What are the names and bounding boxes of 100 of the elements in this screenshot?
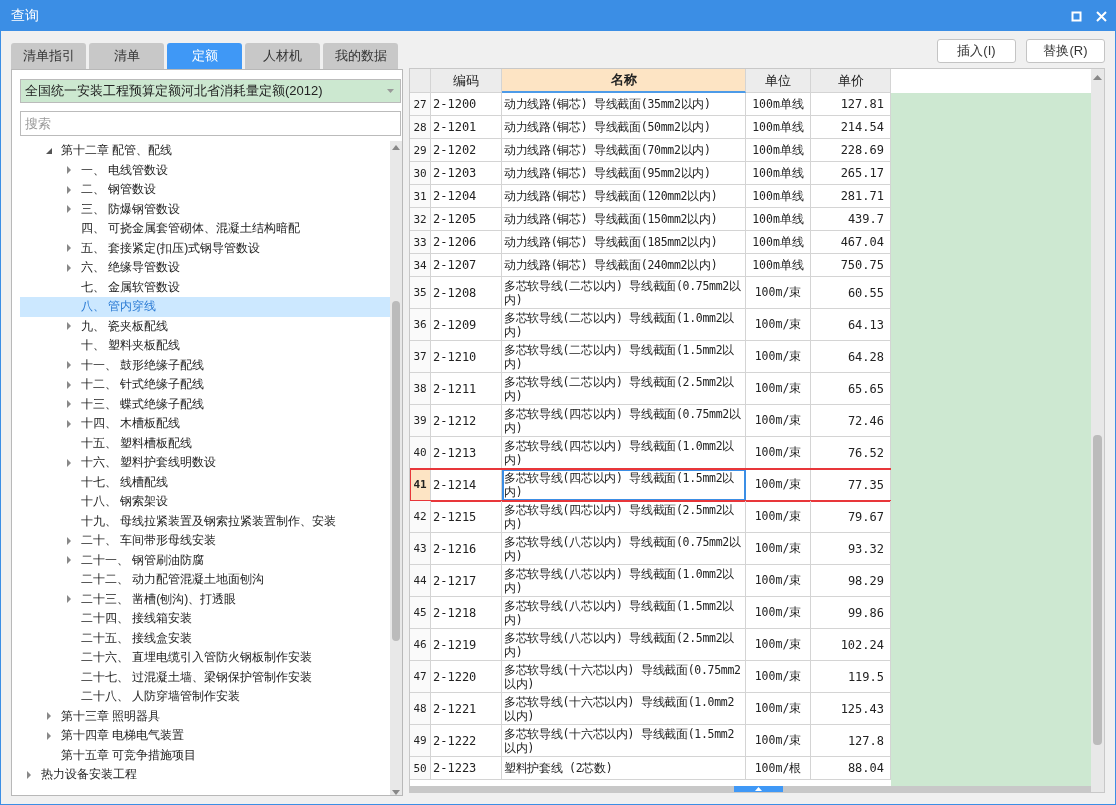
collapsed-arrow-icon[interactable] (45, 731, 53, 740)
search-field[interactable]: 搜索 (20, 111, 401, 136)
tree-item[interactable]: 一、 电线管数设 (20, 160, 390, 180)
row-number: 29 (410, 139, 431, 162)
tree-item[interactable]: 六、 绝缘导管数设 (20, 258, 390, 278)
row-number: 38 (410, 373, 431, 405)
table-cell: 2-1219 (431, 629, 502, 661)
table-cell: 多芯软导线(八芯以内) 导线截面(1.5mm2以内) (502, 597, 746, 629)
table-cell: 100m/束 (746, 405, 811, 437)
maximize-icon[interactable] (1071, 10, 1082, 22)
tree-item[interactable]: 十、 塑料夹板配线 (20, 336, 390, 356)
tree-item[interactable]: 十五、 塑料槽板配线 (20, 433, 390, 453)
tree-item[interactable]: 第十二章 配管、配线 (20, 141, 390, 161)
scroll-down-icon[interactable] (392, 790, 400, 795)
tree-item[interactable]: 八、 管内穿线 (20, 297, 390, 317)
library-dropdown[interactable]: 全国统一安装工程预算定额河北省消耗量定额(2012) (20, 79, 401, 103)
tree-item[interactable]: 三、 防爆钢管数设 (20, 199, 390, 219)
tree-item[interactable]: 十四、 木槽板配线 (20, 414, 390, 434)
table-cell: 100m单线 (746, 208, 811, 231)
row-number: 44 (410, 565, 431, 597)
toolbar-button[interactable]: 插入(I) (937, 39, 1016, 63)
tree-item[interactable]: 四、 可挠金属套管砌体、混凝土结构暗配 (20, 219, 390, 239)
tree-item[interactable]: 五、 套接紧定(扣压)式钢导管数设 (20, 238, 390, 258)
tree-item[interactable]: 第十四章 电梯电气装置 (20, 726, 390, 746)
collapsed-arrow-icon[interactable] (65, 205, 73, 214)
table-cell: 100m单线 (746, 162, 811, 185)
collapsed-arrow-icon[interactable] (65, 536, 73, 545)
tree-item[interactable]: 二十三、 凿槽(刨沟)、打透眼 (20, 589, 390, 609)
table-cell: 2-1213 (431, 437, 502, 469)
expanded-arrow-icon[interactable] (45, 146, 53, 155)
table-cell: 2-1206 (431, 231, 502, 254)
scroll-up-icon[interactable] (1093, 75, 1102, 80)
scrollbar-thumb[interactable] (392, 301, 400, 641)
close-icon[interactable] (1096, 10, 1107, 22)
tree-item[interactable]: 十七、 线槽配线 (20, 472, 390, 492)
tab[interactable]: 清单指引 (11, 43, 86, 69)
collapsed-arrow-icon[interactable] (65, 263, 73, 272)
corner-cell[interactable] (410, 69, 431, 93)
tree-item[interactable]: 二十八、 人防穿墙管制作安装 (20, 687, 390, 707)
table-cell: 2-1209 (431, 309, 502, 341)
collapsed-arrow-icon[interactable] (65, 322, 73, 331)
row-number: 27 (410, 93, 431, 116)
tree-item[interactable]: 二、 钢管数设 (20, 180, 390, 200)
row-number: 42 (410, 501, 431, 533)
tab[interactable]: 人材机 (245, 43, 320, 69)
collapsed-arrow-icon[interactable] (65, 185, 73, 194)
tree-item[interactable]: 热力设备安装工程 (20, 765, 390, 785)
column-header[interactable]: 名称 (502, 69, 746, 93)
tree-item[interactable]: 十八、 钢索架设 (20, 492, 390, 512)
scrollbar[interactable] (410, 786, 1092, 792)
table-cell: 100m/束 (746, 629, 811, 661)
toolbar-button[interactable]: 替换(R) (1026, 39, 1105, 63)
row-number: 36 (410, 309, 431, 341)
tree-item[interactable]: 十九、 母线拉紧装置及钢索拉紧装置制作、安装 (20, 511, 390, 531)
table-cell: 2-1203 (431, 162, 502, 185)
table-cell: 100m单线 (746, 185, 811, 208)
column-header[interactable]: 单价 (811, 69, 891, 93)
table-cell: 100m/束 (746, 661, 811, 693)
collapsed-arrow-icon[interactable] (65, 556, 73, 565)
row-number: 35 (410, 277, 431, 309)
collapsed-arrow-icon[interactable] (65, 400, 73, 409)
column-header[interactable]: 单位 (746, 69, 811, 93)
collapsed-arrow-icon[interactable] (65, 458, 73, 467)
tree-item[interactable]: 二十、 车间带形母线安装 (20, 531, 390, 551)
tree-item[interactable]: 十一、 鼓形绝缘子配线 (20, 355, 390, 375)
tree-item[interactable]: 九、 瓷夹板配线 (20, 316, 390, 336)
tree-item[interactable]: 第十五章 可竞争措施项目 (20, 745, 390, 765)
tree-item[interactable]: 第十三章 照明器具 (20, 706, 390, 726)
table-cell: 100m/根 (746, 757, 811, 780)
tree-item[interactable]: 二十一、 钢管刷油防腐 (20, 550, 390, 570)
tree-item[interactable]: 十二、 针式绝缘子配线 (20, 375, 390, 395)
collapsed-arrow-icon[interactable] (65, 419, 73, 428)
tree-item[interactable]: 二十七、 过混凝土墙、梁钢保护管制作安装 (20, 667, 390, 687)
tree-item[interactable]: 二十五、 接线盒安装 (20, 628, 390, 648)
table-cell: 塑料护套线 (2芯数) (502, 757, 746, 780)
collapsed-arrow-icon[interactable] (65, 166, 73, 175)
collapsed-arrow-icon[interactable] (65, 595, 73, 604)
collapsed-arrow-icon[interactable] (65, 380, 73, 389)
collapsed-arrow-icon[interactable] (45, 712, 53, 721)
tree-item[interactable]: 十三、 蝶式绝缘子配线 (20, 394, 390, 414)
tree-item[interactable]: 七、 金属软管数设 (20, 277, 390, 297)
scrollbar-thumb[interactable] (1093, 435, 1102, 745)
scroll-up-icon[interactable] (392, 145, 400, 150)
collapsed-arrow-icon[interactable] (25, 770, 33, 779)
table-cell: 多芯软导线(二芯以内) 导线截面(2.5mm2以内) (502, 373, 746, 405)
collapsed-arrow-icon[interactable] (65, 244, 73, 253)
scrollbar[interactable] (1091, 69, 1104, 792)
table-cell: 动力线路(铜芯) 导线截面(35mm2以内) (502, 93, 746, 116)
scrollbar-thumb[interactable] (734, 786, 783, 792)
scrollbar[interactable] (390, 141, 402, 795)
tab[interactable]: 我的数据 (323, 43, 398, 69)
collapsed-arrow-icon[interactable] (65, 361, 73, 370)
tree-item[interactable]: 十六、 塑料护套线明数设 (20, 453, 390, 473)
tree-item[interactable]: 二十四、 接线箱安装 (20, 609, 390, 629)
column-header[interactable]: 编码 (431, 69, 502, 93)
tree-item[interactable]: 二十六、 直埋电缆引入管防火钢板制作安装 (20, 648, 390, 668)
tree-item[interactable]: 二十二、 动力配管混凝土地面刨沟 (20, 570, 390, 590)
row-number: 28 (410, 116, 431, 139)
row-number: 34 (410, 254, 431, 277)
tab[interactable]: 清单 (89, 43, 164, 69)
